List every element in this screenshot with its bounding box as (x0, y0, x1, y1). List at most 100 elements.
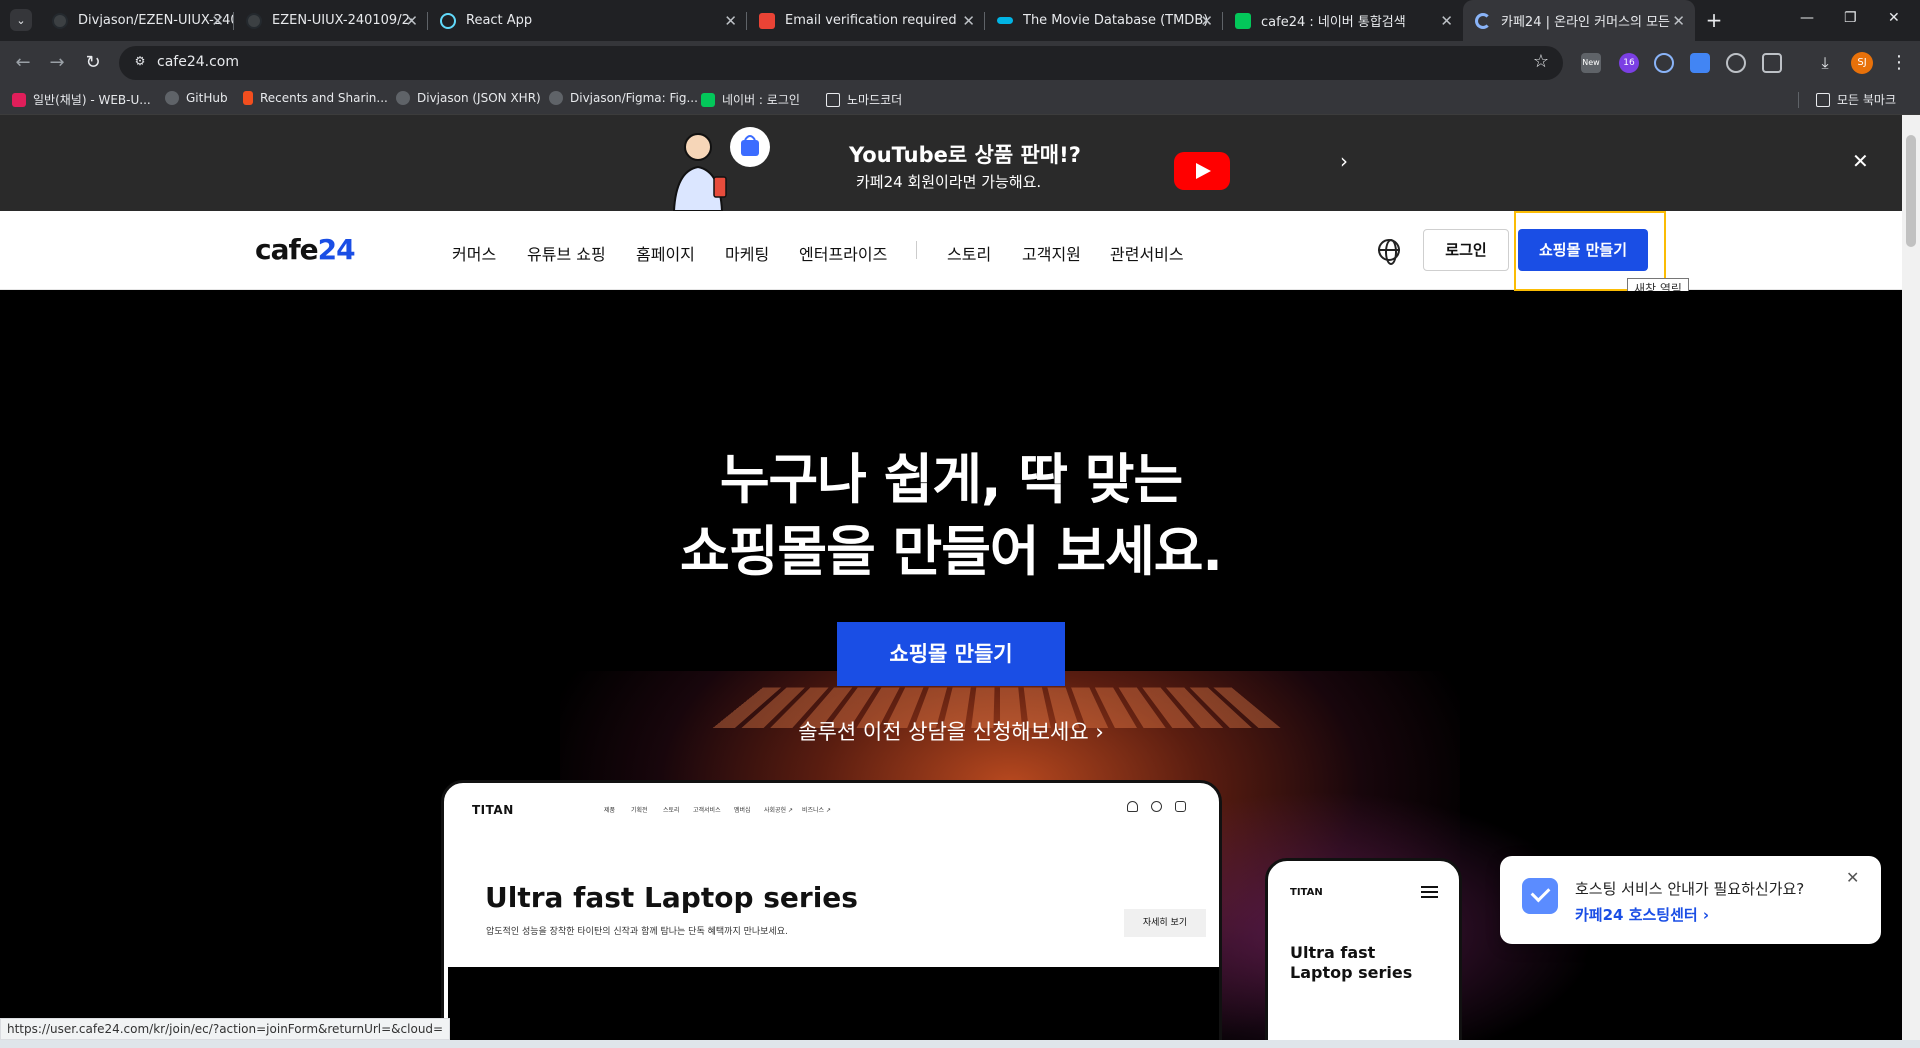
url-text[interactable]: cafe24.com (157, 54, 239, 70)
mock-menu-item: 비즈니스 ↗ (802, 807, 832, 814)
promo-title: YouTube로 상품 판매!? (849, 143, 1081, 167)
chevron-right-icon[interactable]: › (1340, 149, 1348, 173)
tab-naver-search[interactable]: cafe24 : 네이버 통합검색 ✕ (1223, 0, 1463, 41)
extension-target-icon[interactable] (1726, 53, 1746, 73)
bookmark-figma-repo[interactable]: Divjason/Figma: Fig... (549, 91, 698, 105)
reload-icon[interactable]: ↻ (80, 50, 106, 76)
tab-label: Email verification required - al (785, 13, 960, 28)
scrollbar-thumb[interactable] (1906, 135, 1916, 247)
tab-close-icon[interactable]: ✕ (1440, 12, 1453, 30)
tab-cafe24-active[interactable]: 카페24 | 온라인 커머스의 모든 ✕ (1463, 0, 1695, 41)
nav-related-services[interactable]: 관련서비스 (1110, 241, 1184, 265)
bookmark-all-folder[interactable]: 모든 북마크 (1816, 91, 1896, 108)
tab-strip: ⌄ Divjason/EZEN-UIUX-240109 ✕ EZEN-UIUX-… (0, 0, 1920, 41)
naver-icon (1235, 12, 1251, 29)
nav-homepage[interactable]: 홈페이지 (636, 241, 695, 265)
tab-gmail[interactable]: Email verification required - al ✕ (747, 0, 985, 41)
forward-icon[interactable]: → (44, 50, 70, 76)
figma-icon (243, 91, 253, 105)
new-tab-button[interactable]: + (1702, 8, 1726, 32)
nav-story[interactable]: 스토리 (947, 241, 991, 265)
login-button[interactable]: 로그인 (1423, 229, 1509, 271)
mock-video-area (448, 967, 1219, 1048)
bookmark-label: Recents and Sharin... (260, 91, 388, 105)
extension-new-icon[interactable]: New (1581, 53, 1601, 73)
youtube-logo-icon (1174, 152, 1230, 190)
hero-make-shop-button[interactable]: 쇼핑몰 만들기 (837, 622, 1065, 686)
bookmark-folder-nomad[interactable]: 노마드코더 (826, 91, 902, 108)
bookmark-slack[interactable]: 일반(채널) - WEB-U... (12, 91, 151, 108)
minimize-icon[interactable]: — (1800, 10, 1814, 26)
mock-detail-button: 자세히 보기 (1124, 909, 1206, 937)
extension-badge-new: New (1582, 58, 1600, 67)
extension-badge-count: 16 (1623, 58, 1635, 68)
download-icon[interactable]: ⤓ (1815, 53, 1835, 73)
tab-search-button[interactable]: ⌄ (10, 9, 32, 31)
migration-consult-link[interactable]: 솔루션 이전 상담을 신청해보세요 › (0, 716, 1902, 746)
nav-youtube-shopping[interactable]: 유튜브 쇼핑 (527, 241, 606, 265)
page-scrollbar[interactable] (1902, 115, 1920, 1048)
logo-accent: 24 (317, 233, 356, 266)
tab-close-icon[interactable]: ✕ (1672, 12, 1685, 30)
tab-close-icon[interactable]: ✕ (405, 12, 418, 30)
status-bar-url: https://user.cafe24.com/kr/join/ec/?acti… (0, 1018, 451, 1040)
bottom-strip (0, 1040, 1920, 1048)
tab-tmdb[interactable]: The Movie Database (TMDB) ✕ (985, 0, 1223, 41)
mock-search-icon (1151, 801, 1162, 812)
tab-close-icon[interactable]: ✕ (1200, 12, 1213, 30)
hero-section: 누구나 쉽게, 딱 맞는 쇼핑몰을 만들어 보세요. 쇼핑몰 만들기 솔루션 이… (0, 291, 1902, 1048)
github-icon (52, 12, 68, 29)
mock-menu-item: 고객서비스 (693, 807, 721, 814)
browser-menu-icon[interactable]: ⋮ (1886, 50, 1912, 76)
tab-label: React App (466, 13, 533, 28)
toast-close-icon[interactable]: ✕ (1846, 868, 1859, 887)
address-bar[interactable]: ⚙ cafe24.com ☆ (119, 46, 1563, 80)
nav-marketing[interactable]: 마케팅 (725, 241, 769, 265)
bookmark-label: 모든 북마크 (1837, 93, 1897, 107)
promo-banner[interactable]: YouTube로 상품 판매!? 카페24 회원이라면 가능해요. › ✕ (0, 115, 1902, 211)
tab-close-icon[interactable]: ✕ (724, 12, 737, 30)
extension-count-icon[interactable]: 16 (1619, 53, 1639, 73)
tab-label: The Movie Database (TMDB) (1023, 13, 1209, 28)
bookmark-figma[interactable]: Recents and Sharin... (243, 91, 388, 105)
hero-heading-line2: 쇼핑몰을 만들어 보세요. (680, 520, 1223, 583)
mobile-title-line2: Laptop series (1290, 963, 1413, 982)
globe-icon[interactable] (1378, 239, 1400, 265)
cafe24-logo[interactable]: cafe24 (255, 233, 356, 266)
nav-commerce[interactable]: 커머스 (452, 241, 496, 265)
bookmark-naver-login[interactable]: 네이버 : 로그인 (701, 91, 800, 108)
tab-github-ezen[interactable]: Divjason/EZEN-UIUX-240109 ✕ (40, 0, 234, 41)
toast-message: 호스팅 서비스 안내가 필요하신가요? (1575, 880, 1805, 898)
cafe24-icon (1475, 12, 1491, 29)
mobile-mock-title: Ultra fast Laptop series (1290, 943, 1412, 983)
react-devtools-icon[interactable] (1654, 53, 1674, 73)
bookmark-json-xhr[interactable]: Divjason (JSON XHR) (396, 91, 541, 105)
tab-close-icon[interactable]: ✕ (211, 12, 224, 30)
mobile-title-line1: Ultra fast (1290, 943, 1376, 962)
tab-close-icon[interactable]: ✕ (962, 12, 975, 30)
extensions-puzzle-icon[interactable] (1762, 53, 1782, 73)
back-icon[interactable]: ← (10, 50, 36, 76)
promo-illustration (672, 127, 770, 211)
page-viewport: YouTube로 상품 판매!? 카페24 회원이라면 가능해요. › ✕ ca… (0, 115, 1902, 1048)
chevron-right-icon: › (1095, 720, 1104, 744)
extension-doc-icon[interactable] (1690, 53, 1710, 73)
tab-react-app[interactable]: React App ✕ (428, 0, 747, 41)
nav-support[interactable]: 고객지원 (1022, 241, 1081, 265)
mock-menu-item: 기획전 (631, 807, 648, 814)
mobile-mock-logo: TITAN (1290, 887, 1323, 898)
close-window-icon[interactable]: ✕ (1888, 10, 1900, 26)
profile-avatar[interactable]: SJ (1851, 52, 1873, 74)
tab-github-ezen-2[interactable]: EZEN-UIUX-240109/240423/01 ✕ (234, 0, 428, 41)
mock-menu-item: 스토리 (663, 807, 680, 814)
bookmark-star-icon[interactable]: ☆ (1533, 51, 1549, 72)
promo-close-icon[interactable]: ✕ (1852, 149, 1869, 173)
bookmark-github[interactable]: GitHub (165, 91, 228, 105)
desktop-mockup: TITAN 제품 기획전 스토리 고객서비스 멤버십 사회공헌 ↗ 비즈니스 ↗… (441, 780, 1222, 1048)
site-info-icon[interactable]: ⚙ (131, 54, 149, 72)
nav-enterprise[interactable]: 엔터프라이즈 (799, 241, 887, 265)
hosting-center-link[interactable]: 카페24 호스팅센터 › (1575, 904, 1709, 925)
mock-title: Ultra fast Laptop series (485, 881, 858, 914)
naver-icon (701, 92, 715, 107)
restore-icon[interactable]: ❐ (1844, 10, 1857, 26)
